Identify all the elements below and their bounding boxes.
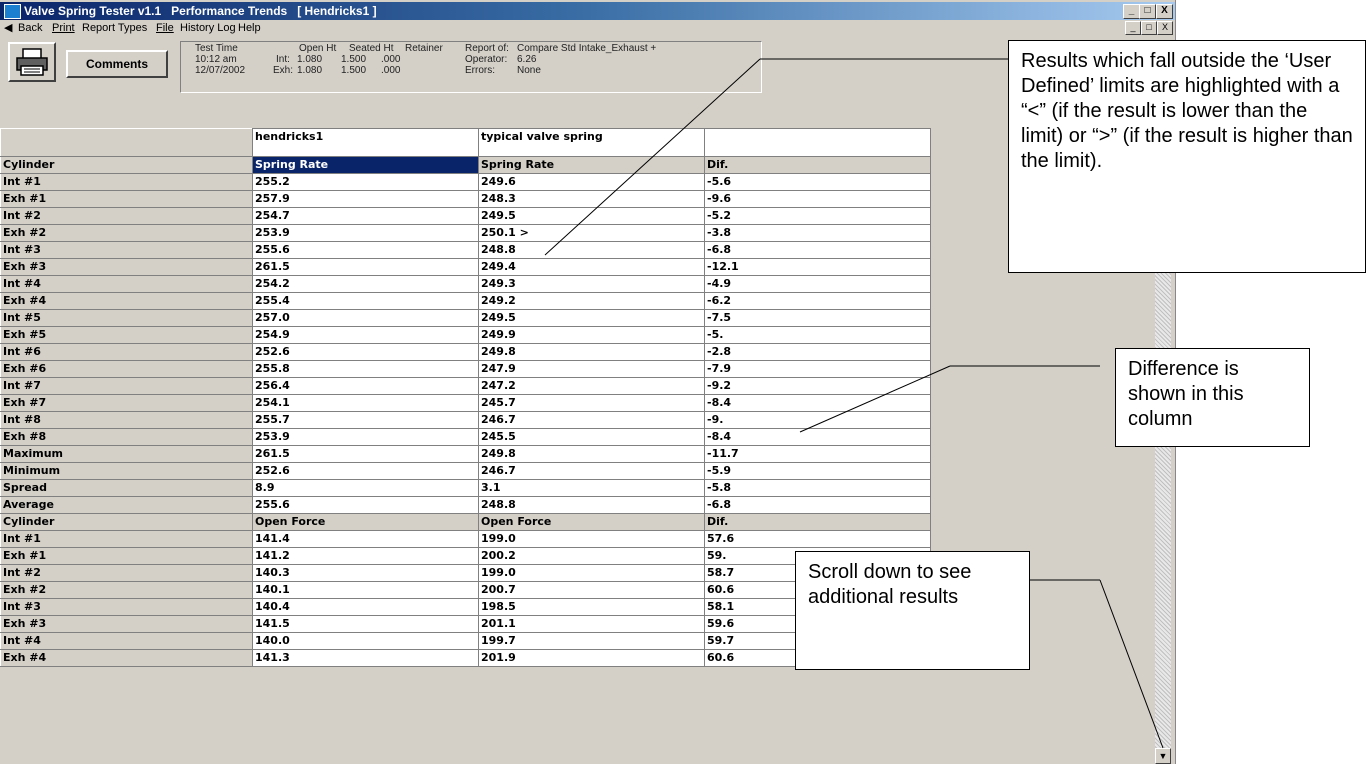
limits-pointer-line bbox=[544, 58, 761, 256]
scroll-pointer-line bbox=[1099, 579, 1164, 749]
scroll-callout: Scroll down to see additional results bbox=[795, 551, 1030, 670]
limits-callout: Results which fall outside the ‘User Def… bbox=[1008, 40, 1366, 273]
difference-callout: Difference is shown in this column bbox=[1115, 348, 1310, 447]
difference-pointer-line bbox=[799, 365, 951, 433]
